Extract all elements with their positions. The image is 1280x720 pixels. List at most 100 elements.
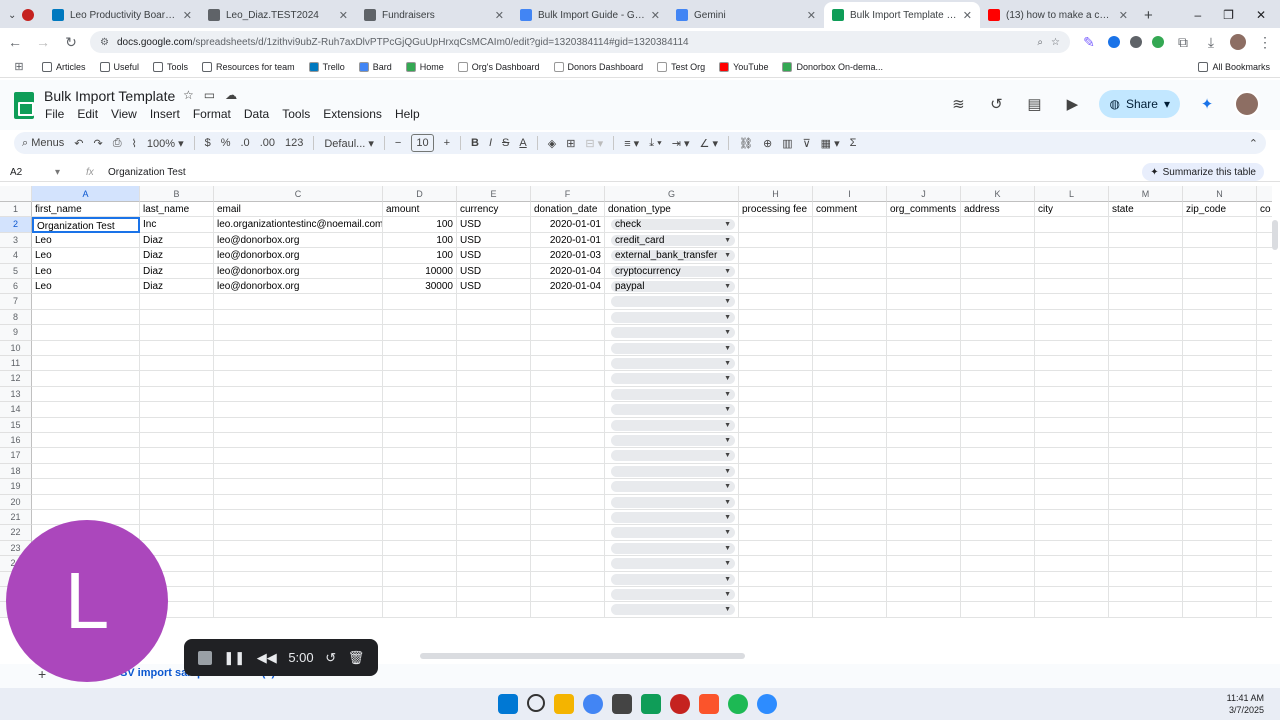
decrease-font-size-icon[interactable]: − [395,137,401,149]
cell[interactable] [1109,294,1183,310]
row-header[interactable]: 7 [0,294,32,310]
close-tab-icon[interactable]: ✕ [807,9,816,22]
cell[interactable] [739,263,813,279]
cell[interactable]: leo@donorbox.org [214,248,383,264]
cell[interactable] [140,371,214,387]
cell[interactable] [531,402,605,418]
cell[interactable] [457,571,531,587]
cell[interactable] [1183,371,1257,387]
url-input[interactable]: ⚙ docs.google.com/spreadsheets/d/1zithvi… [90,31,1070,53]
horizontal-scrollbar[interactable] [420,653,745,659]
cell[interactable] [1257,602,1272,618]
cell[interactable] [887,371,961,387]
cell[interactable] [140,448,214,464]
cell[interactable] [214,294,383,310]
cell[interactable] [739,232,813,249]
menu-tools[interactable]: Tools [282,107,310,121]
cell[interactable] [1109,479,1183,495]
browser-tab[interactable]: Fundraisers ✕ [356,2,512,28]
dropdown-chip[interactable]: ▼ [611,342,735,354]
cell[interactable] [813,587,887,603]
cell[interactable] [739,433,813,449]
cell[interactable] [813,463,887,480]
cell[interactable] [1109,217,1183,233]
menu-data[interactable]: Data [244,107,269,121]
cell[interactable] [1183,309,1257,326]
cell[interactable] [887,248,961,264]
cell[interactable] [961,294,1035,310]
cell[interactable] [813,525,887,541]
bookmark-item[interactable]: Donors Dashboard [553,61,643,72]
cell[interactable] [739,602,813,618]
dropdown-chip[interactable]: ▼ [611,296,735,308]
increase-font-size-icon[interactable]: + [444,137,450,149]
header-cell[interactable]: co [1257,202,1272,218]
cell[interactable] [457,494,531,510]
cell[interactable] [214,525,383,541]
cell[interactable] [1183,340,1257,356]
cell[interactable]: leo@donorbox.org [214,232,383,249]
restore-icon[interactable]: ❐ [1223,8,1234,22]
cell[interactable] [383,510,457,526]
cell[interactable] [1257,310,1272,326]
dropdown-arrow-icon[interactable]: ▼ [724,296,731,307]
stop-icon[interactable] [197,650,212,665]
close-tab-icon[interactable]: ✕ [495,9,504,22]
chrome-icon[interactable] [583,694,603,714]
cell[interactable] [961,279,1035,295]
cell[interactable] [1183,540,1257,557]
print-icon[interactable]: ⎙ [113,137,122,150]
row-header[interactable]: 19 [0,479,32,495]
document-title[interactable]: Bulk Import Template [44,88,175,104]
row-header[interactable]: 20 [0,494,32,510]
cell[interactable] [32,340,140,356]
cell[interactable] [214,494,383,510]
cell[interactable] [1109,325,1183,341]
cell[interactable] [887,602,961,618]
cell[interactable] [739,448,813,464]
cell[interactable] [739,587,813,603]
dropdown-arrow-icon[interactable]: ▼ [724,327,731,338]
cell[interactable] [457,602,531,618]
cell[interactable] [140,309,214,326]
cell[interactable]: USD [457,248,531,264]
dropdown-chip[interactable]: ▼ [611,512,735,523]
cell[interactable] [214,356,383,372]
cell[interactable] [961,479,1035,495]
menu-insert[interactable]: Insert [150,107,180,121]
cell[interactable] [813,232,887,249]
cell[interactable] [887,433,961,449]
comments-icon[interactable]: ▤ [1023,93,1045,115]
cell[interactable] [531,540,605,557]
cell[interactable] [739,309,813,326]
cell[interactable] [1257,217,1272,233]
cell[interactable] [140,402,214,418]
cell[interactable] [32,463,140,480]
cell[interactable] [1257,587,1272,603]
cell[interactable]: Organization Test [32,217,140,233]
cell[interactable] [1109,356,1183,372]
cell[interactable] [1035,325,1109,341]
cell[interactable] [813,325,887,341]
cell[interactable] [961,587,1035,603]
cell[interactable] [140,417,214,433]
column-header[interactable]: M [1109,186,1183,202]
dropdown-arrow-icon[interactable]: ▼ [724,481,731,492]
cell[interactable] [739,510,813,526]
system-clock[interactable]: 11:41 AM 3/7/2025 [1227,692,1264,716]
cell[interactable] [1035,402,1109,418]
dropdown-chip[interactable]: cryptocurrency ▼ [611,265,735,277]
row-header[interactable]: 4 [0,248,32,264]
dropdown-arrow-icon[interactable]: ▼ [724,543,731,554]
browser-tab[interactable]: Leo Productivity Board | Trello ✕ [44,2,200,28]
cell[interactable] [1183,587,1257,603]
minimize-icon[interactable]: – [1194,8,1201,22]
cell[interactable] [961,386,1035,403]
cell[interactable] [1035,602,1109,618]
cell[interactable] [457,386,531,403]
cell[interactable] [887,340,961,356]
cell[interactable] [887,587,961,603]
cell[interactable] [739,556,813,572]
dropdown-arrow-icon[interactable]: ▼ [724,219,731,230]
account-avatar[interactable] [1234,91,1260,117]
